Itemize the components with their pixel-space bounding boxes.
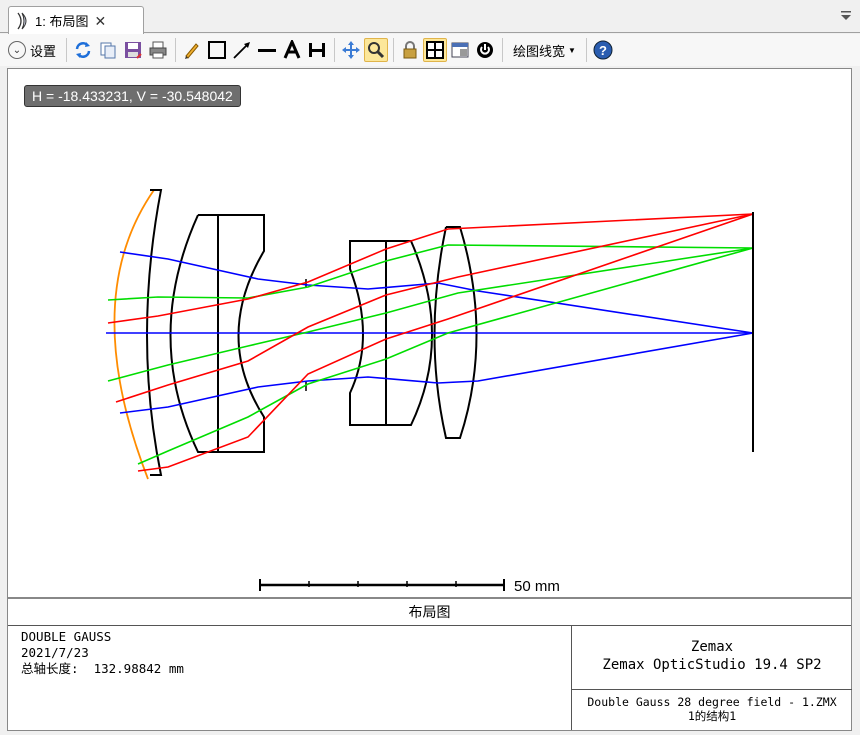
panel-menu-icon[interactable] bbox=[840, 10, 852, 25]
refresh-icon bbox=[75, 42, 91, 58]
save-icon bbox=[125, 42, 142, 59]
ray-field2-upper bbox=[107, 244, 754, 301]
info-box: 布局图 DOUBLE GAUSS 2021/7/23 总轴长度: 132.988… bbox=[7, 598, 852, 731]
dimension-button[interactable] bbox=[305, 38, 329, 62]
toolbar-separator bbox=[66, 38, 68, 62]
text-button[interactable] bbox=[280, 38, 304, 62]
object-surface bbox=[113, 189, 155, 480]
info-title: 布局图 bbox=[8, 599, 851, 626]
settings-button[interactable]: ⌄ 设置 bbox=[8, 41, 56, 60]
software-info: Zemax Zemax OpticStudio 19.4 SP2 Double … bbox=[571, 626, 852, 730]
configuration: 1的结构1 bbox=[687, 709, 737, 723]
line-width-dropdown[interactable]: 绘图线宽 ▼ bbox=[507, 41, 582, 60]
grid-icon bbox=[426, 41, 445, 59]
layout-plot[interactable]: 50 mm H = -18.433231, V = -30.548042 bbox=[7, 68, 852, 598]
tab-layout[interactable]: 1: 布局图 ✕ bbox=[8, 6, 144, 34]
toolbar-separator bbox=[334, 38, 336, 62]
svg-text:?: ? bbox=[599, 43, 607, 58]
move-icon bbox=[342, 41, 361, 59]
lock-icon bbox=[403, 41, 417, 59]
line-width-label: 绘图线宽 bbox=[513, 43, 566, 59]
help-button[interactable]: ? bbox=[591, 38, 615, 62]
settings-label: 设置 bbox=[30, 43, 57, 59]
refresh-button[interactable] bbox=[71, 38, 95, 62]
chevron-down-icon: ⌄ bbox=[8, 41, 26, 59]
file-name: Double Gauss 28 degree field - 1.ZMX bbox=[587, 695, 837, 709]
toolbar: ⌄ 设置 绘图线宽 ▼ ? bbox=[0, 34, 860, 66]
window-button[interactable] bbox=[448, 38, 472, 62]
window-icon bbox=[451, 42, 469, 58]
scale-label: 50 mm bbox=[514, 578, 560, 595]
print-icon bbox=[149, 41, 167, 59]
line-button[interactable] bbox=[255, 38, 279, 62]
tab-bar: 1: 布局图 ✕ bbox=[0, 0, 860, 34]
power-icon bbox=[477, 42, 494, 58]
company-info: Zemax Zemax OpticStudio 19.4 SP2 bbox=[572, 638, 852, 674]
tab-label: 1: 布局图 bbox=[35, 14, 89, 29]
company-name: Zemax bbox=[690, 639, 734, 655]
file-info: Double Gauss 28 degree field - 1.ZMX 1的结… bbox=[572, 689, 852, 730]
dimension-icon bbox=[309, 43, 326, 57]
total-length: 总轴长度: 132.98842 mm bbox=[21, 661, 184, 676]
toolbar-separator bbox=[585, 38, 587, 62]
pan-button[interactable] bbox=[339, 38, 363, 62]
copy-icon bbox=[100, 42, 116, 59]
power-button[interactable] bbox=[473, 38, 497, 62]
lens-icon bbox=[17, 12, 27, 29]
pencil-button[interactable] bbox=[180, 38, 204, 62]
rectangle-button[interactable] bbox=[205, 38, 229, 62]
toolbar-separator bbox=[393, 38, 395, 62]
close-icon[interactable]: ✕ bbox=[94, 14, 106, 28]
zoom-button[interactable] bbox=[364, 38, 389, 62]
save-button[interactable] bbox=[121, 38, 145, 62]
lens-layout-drawing: 50 mm bbox=[106, 189, 754, 595]
caret-down-icon: ▼ bbox=[568, 45, 576, 55]
lock-button[interactable] bbox=[398, 38, 422, 62]
text-icon bbox=[283, 40, 301, 59]
cursor-coordinates: H = -18.433231, V = -30.548042 bbox=[24, 85, 241, 107]
toolbar-separator bbox=[175, 38, 177, 62]
arrow-button[interactable] bbox=[230, 38, 254, 62]
arrow-icon bbox=[233, 42, 251, 59]
rectangle-icon bbox=[208, 41, 227, 59]
help-icon: ? bbox=[593, 40, 613, 60]
line-icon bbox=[258, 49, 277, 52]
magnifier-icon bbox=[368, 42, 385, 59]
lens-name: DOUBLE GAUSS bbox=[21, 629, 112, 644]
layout-grid-button[interactable] bbox=[423, 38, 448, 62]
software-version: Zemax OpticStudio 19.4 SP2 bbox=[602, 657, 822, 673]
lens-date: 2021/7/23 bbox=[21, 645, 89, 660]
print-button[interactable] bbox=[146, 38, 170, 62]
pencil-icon bbox=[185, 43, 199, 59]
lens-info: DOUBLE GAUSS 2021/7/23 总轴长度: 132.98842 m… bbox=[21, 629, 184, 677]
copy-button[interactable] bbox=[96, 38, 120, 62]
toolbar-separator bbox=[502, 38, 504, 62]
